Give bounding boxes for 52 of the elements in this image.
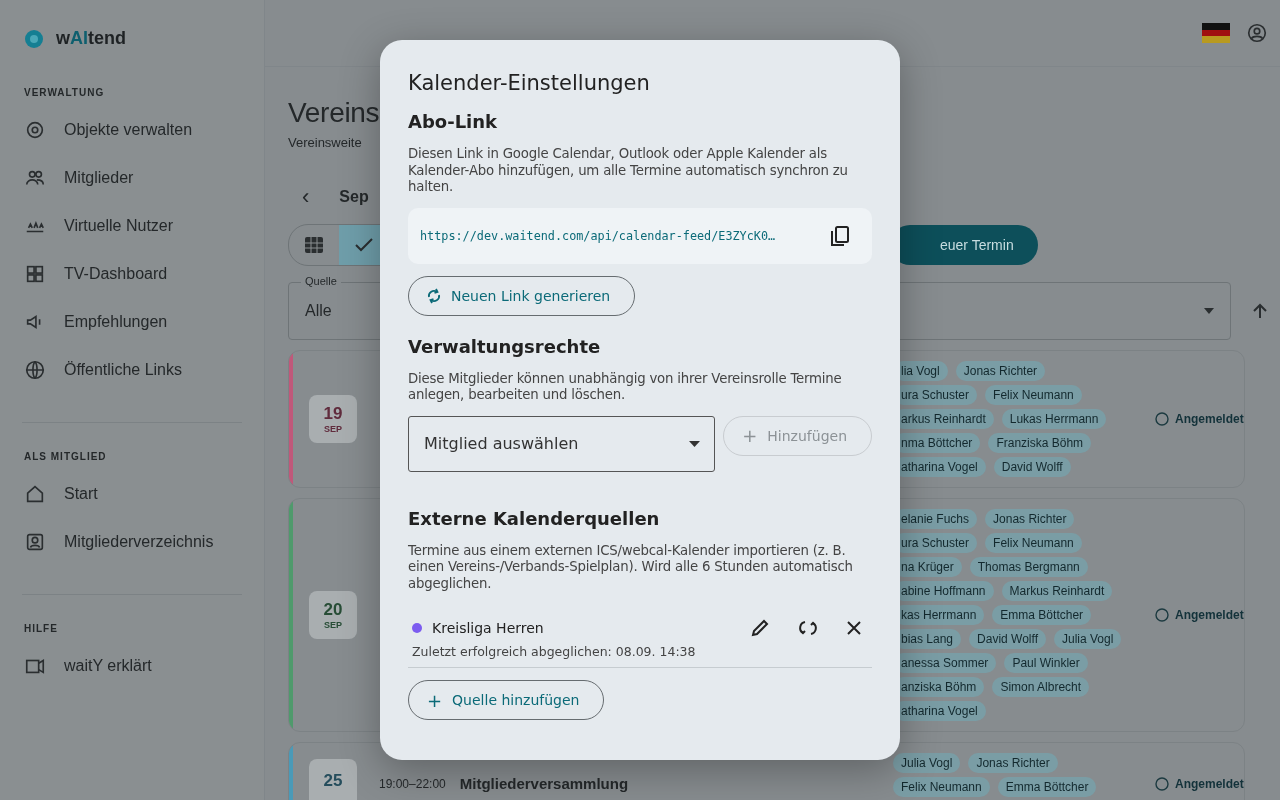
last-sync-text: Zuletzt erfolgreich abgeglichen: 08.09. 14:38	[412, 644, 697, 659]
event-time: 19:00–22:00	[379, 776, 446, 791]
source-name: Kreisliga Herren	[432, 620, 544, 636]
section-title: ALS MITGLIED	[24, 451, 108, 462]
subscription-url: https://dev.waitend.com/api/calendar-feed/E3ZYcK0…	[420, 228, 776, 243]
date-badge: 19 SEP	[309, 395, 357, 443]
status-label: Angemeldet	[1175, 777, 1244, 791]
member-chip: Emma Böttcher	[997, 777, 1097, 797]
member-chip: Felix Neumann	[985, 385, 1082, 405]
member-chip: Felix Neumann	[893, 777, 990, 797]
member-chip: Simon Albrecht	[992, 677, 1090, 697]
member-chip: Felix Neumann	[985, 533, 1082, 553]
page-subtitle: Vereinsweite	[288, 135, 362, 150]
section-heading: Abo-Link	[408, 111, 499, 132]
member-chip: Julia Vogl	[893, 753, 961, 773]
member-chip: David Wolff	[969, 629, 1046, 649]
nav-label: Start	[64, 485, 98, 503]
section-description: Diese Mitglieder können unabhängig von ihrer Vereinsrolle Termine anlegen, bearbeiten und löschen.	[408, 370, 843, 404]
member-chip: Emma Böttcher	[992, 605, 1092, 625]
member-chip: Jonas Richter	[985, 509, 1075, 529]
member-chip: Thomas Bergmann	[969, 557, 1088, 577]
section-heading: Externe Kalenderquellen	[408, 507, 661, 529]
member-chip: Jonas Richter	[955, 361, 1046, 381]
status-label: Angemeldet	[1175, 608, 1244, 622]
nav-label: waitY erklärt	[64, 657, 152, 675]
dialog-title: Kalender-Einstellungen	[408, 71, 651, 95]
member-chip: Jonas Richter	[968, 753, 1058, 773]
nav-label: Öffentliche Links	[64, 361, 182, 379]
nav-label: Virtuelle Nutzer	[64, 217, 174, 235]
section-description: Termine aus einem externen ICS/webcal-Kalender importieren (z. B. einen Vereins-/Verbands-Spielplan). Wird alle 6 Stunden automatisch abgeglichen.	[408, 542, 854, 592]
nav-label: Empfehlungen	[64, 313, 168, 331]
status-label: Angemeldet	[1175, 412, 1244, 426]
member-chip: Lukas Herrmann	[1001, 409, 1107, 429]
section-title: VERWALTUNG	[24, 87, 106, 98]
section-heading: Verwaltungsrechte	[408, 335, 602, 357]
nav-label: Objekte verwalten	[64, 121, 193, 139]
member-chip: David Wolff	[993, 457, 1071, 477]
member-chip: Markus Reinhardt	[1001, 581, 1113, 601]
nav-label: Mitgliederverzeichnis	[64, 533, 214, 551]
nav-label: TV-Dashboard	[64, 265, 168, 283]
logo-text: wAItend	[56, 28, 126, 49]
date-badge: 20 SEP	[309, 591, 357, 639]
member-chip: Paul Winkler	[1004, 653, 1088, 673]
member-chip: Julia Vogl	[1053, 629, 1122, 649]
date-badge: 25	[309, 759, 357, 800]
section-description: Diesen Link in Google Calendar, Outlook oder Apple Kalender als Kalender-Abo hinzufügen, um alle Termine automatisch synchron zu halten.	[408, 146, 849, 196]
month-label: Sep	[339, 188, 369, 206]
page-title: Vereins	[288, 97, 380, 129]
nav-label: Mitglieder	[64, 169, 134, 187]
section-title: HILFE	[24, 623, 59, 634]
event-title: Mitgliederversammlung	[459, 775, 629, 792]
member-chip: Franziska Böhm	[988, 433, 1092, 453]
